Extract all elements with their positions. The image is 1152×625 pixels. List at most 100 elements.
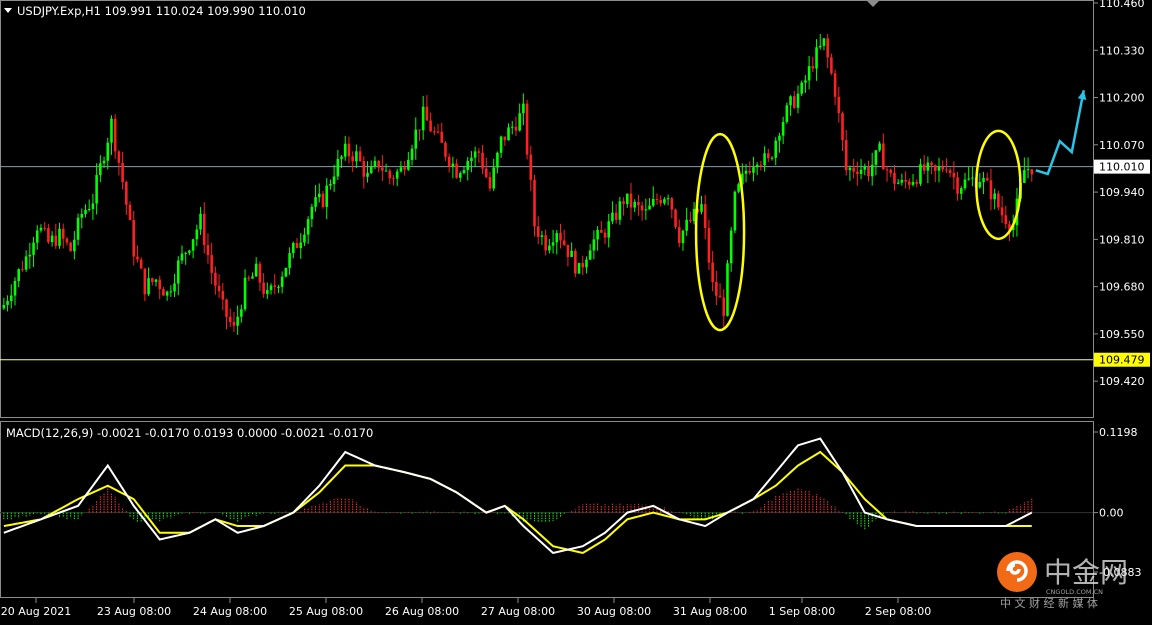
watermark-brand: 中金网 [1044,556,1128,589]
candle-body [640,205,644,211]
candle-body [292,242,295,254]
candle-body [336,158,340,177]
candle-body [425,106,429,121]
candle-body [978,181,982,188]
candle-body [1000,207,1004,216]
candle-body [269,285,273,291]
candle-body [39,227,43,231]
watermark-tagline: 中 文 财 经 新 媒 体 [1000,596,1098,610]
trading-chart[interactable]: 110.460 110.330 110.200 110.070 109.940 109.8… [0,0,1152,621]
candle-body [128,204,132,221]
candle-body [173,283,176,292]
candle-body [195,229,199,240]
candle-body [551,242,555,246]
candle-body [143,268,147,295]
candle-body [878,143,881,151]
candle-body [210,255,213,273]
candle-body [202,213,206,246]
candle-body [536,226,540,237]
macd-header: MACD(12,26,9) -0.0021 -0.0170 0.0193 0.0… [6,426,373,440]
candle-body [863,166,867,170]
candle-body [440,131,444,143]
candle-body [570,250,573,257]
candle-body [377,160,380,168]
price-tick-label: 110.460 [1099,0,1145,10]
candle-body [1004,215,1008,225]
candle-body [162,289,165,296]
candle-body [69,242,72,252]
candle-body [139,259,143,269]
candle-body [841,113,844,141]
time-tick-label: 1 Sep 08:00 [769,605,835,618]
candle-body [722,297,726,316]
candle-body [893,172,896,184]
candle-body [807,66,811,81]
chart-canvas[interactable]: 110.460 110.330 110.200 110.070 109.940 109.8… [0,0,1152,621]
candle-body [993,193,996,200]
candle-body [510,126,514,128]
candle-body [9,295,13,301]
candle-body [373,160,377,167]
candle-body [366,172,369,177]
candle-body [225,299,228,317]
candle-body [896,182,900,184]
candle-body [321,193,325,207]
candle-body [752,167,755,173]
candle-body [1030,169,1034,175]
candle-body [266,290,269,294]
candle-body [937,167,941,171]
candle-body [618,201,622,220]
candle-body [24,256,28,270]
candle-body [811,66,815,69]
candle-body [310,206,314,220]
candle-body [989,180,993,200]
candle-body [91,203,95,209]
candle-body [737,184,740,192]
candle-body [625,193,629,204]
candle-body [889,169,893,173]
candle-body [217,285,221,292]
candle-body [555,233,559,243]
candle-body [830,57,833,74]
candle-body [971,177,974,179]
candle-body [462,170,466,174]
candle-body [600,229,603,233]
candle-body [410,148,414,160]
candle-body [744,170,748,174]
candle-body [544,235,547,251]
candle-body [21,269,24,271]
candle-body [959,188,963,194]
candle-body [726,263,729,316]
candle-body [280,276,284,287]
candle-body [125,181,128,205]
price-tick-label: 109.940 [1099,186,1145,199]
candle-body [414,129,418,149]
candle-body [778,135,781,141]
candle-body [228,316,232,323]
candle-body [240,309,243,317]
candle-body [351,156,354,162]
candle-body [766,153,770,159]
candle-body [622,201,625,204]
candle-body [933,165,937,171]
candle-body [47,228,50,243]
candle-body [214,272,217,286]
candle-body [941,167,945,170]
candle-body [451,163,455,167]
candle-body [548,245,551,251]
price-tick-label: 109.550 [1099,328,1145,341]
candle-body [574,250,577,274]
candle-body [592,239,596,251]
candle-body [796,93,800,108]
candle-body [84,209,87,214]
candle-body [670,198,674,210]
candle-body [314,197,317,207]
candle-body [206,245,210,256]
candle-body [985,178,989,181]
candle-body [102,160,106,164]
candle-body [707,228,711,263]
candle-body [13,280,17,296]
candle-body [733,191,737,231]
candle-body [815,47,818,69]
candle-body [659,199,662,204]
